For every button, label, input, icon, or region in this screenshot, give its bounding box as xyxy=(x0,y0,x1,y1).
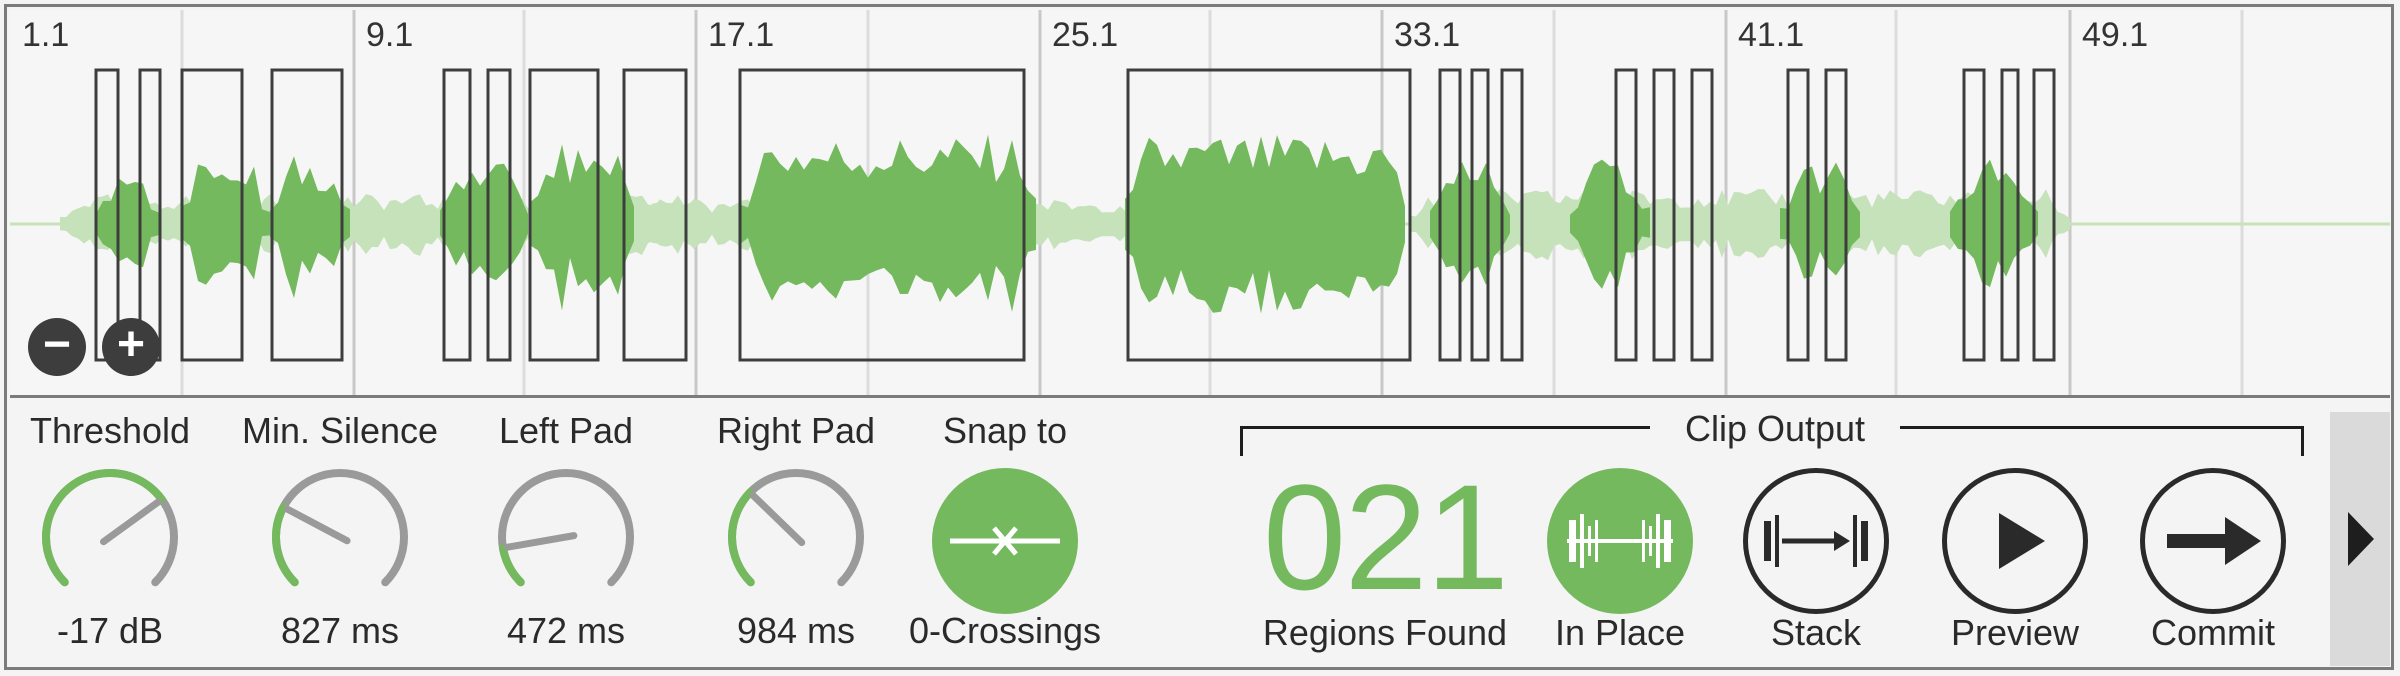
knob-pointer xyxy=(503,532,578,551)
right-pad-label: Right Pad xyxy=(716,410,876,451)
knob-value-arc xyxy=(498,544,525,587)
threshold-value: -17 dB xyxy=(56,610,164,651)
preview-button[interactable] xyxy=(1942,468,2088,614)
regions-label: Regions Found xyxy=(1262,612,1508,653)
expand-panel-button[interactable] xyxy=(2330,412,2390,666)
in-place-button[interactable] xyxy=(1547,468,1693,614)
right-pad-control[interactable]: Right Pad 984 ms xyxy=(686,410,906,651)
right-pad-knob[interactable] xyxy=(721,462,871,612)
waveform-envelope xyxy=(530,144,634,311)
stack-icon xyxy=(1764,515,1868,567)
knob-track xyxy=(272,469,408,587)
bar-number-label: 9.1 xyxy=(366,16,413,54)
bar-number-label: 49.1 xyxy=(2082,16,2148,54)
waveform-envelope xyxy=(1125,135,1405,314)
knob-pointer xyxy=(749,491,806,547)
bar-number-label: 17.1 xyxy=(708,16,774,54)
waveform-display[interactable]: 1.1 9.1 17.1 25.1 33.1 41.1 49.1 xyxy=(10,10,2390,398)
min-silence-label: Min. Silence xyxy=(241,410,439,451)
knob-value-arc xyxy=(272,503,299,587)
bar-number-label: 25.1 xyxy=(1052,16,1118,54)
waveform-envelope xyxy=(182,164,270,285)
waveform-envelope xyxy=(740,134,1036,312)
zoom-in-icon: + xyxy=(116,318,146,371)
bar-number-label: 1.1 xyxy=(22,16,69,54)
threshold-label: Threshold xyxy=(29,410,191,451)
min-silence-control[interactable]: Min. Silence 827 ms xyxy=(230,410,450,651)
stack-button[interactable] xyxy=(1743,468,1889,614)
snap-value: 0-Crossings xyxy=(908,610,1102,651)
zoom-out-button[interactable]: − xyxy=(28,318,86,376)
snap-control[interactable]: Snap to 0-Crossings xyxy=(895,410,1115,651)
waveform-envelope xyxy=(95,178,159,268)
waveform-view[interactable]: 1.1 9.1 17.1 25.1 33.1 41.1 49.1 − + xyxy=(10,10,2390,398)
left-pad-control[interactable]: Left Pad 472 ms xyxy=(456,410,676,651)
in-place-icon xyxy=(1567,514,1673,568)
waveform-envelope xyxy=(270,156,350,299)
knob-value-arc xyxy=(728,488,755,587)
waveform-envelope xyxy=(1780,162,1860,279)
regions-count: 021 xyxy=(1262,453,1509,621)
left-pad-value: 472 ms xyxy=(506,610,626,651)
stack-label: Stack xyxy=(1770,612,1862,653)
zoom-out-icon: − xyxy=(42,318,72,371)
threshold-knob[interactable] xyxy=(35,462,185,612)
play-icon xyxy=(1999,513,2045,569)
threshold-control[interactable]: Threshold -17 dB xyxy=(0,410,220,651)
knob-pointer xyxy=(100,498,163,546)
in-place-label: In Place xyxy=(1554,612,1686,653)
chevron-right-icon xyxy=(2348,512,2374,566)
knob-pointer xyxy=(283,505,351,545)
min-silence-knob[interactable] xyxy=(265,462,415,612)
bar-number-label: 33.1 xyxy=(1394,16,1460,54)
waveform-envelope xyxy=(1430,162,1510,285)
min-silence-value: 827 ms xyxy=(280,610,400,651)
waveform-envelope xyxy=(1570,159,1650,289)
bar-number-label: 41.1 xyxy=(1738,16,1804,54)
snap-button[interactable] xyxy=(932,468,1078,614)
clip-output-title: Clip Output xyxy=(1650,408,1900,450)
knob-track xyxy=(498,469,634,587)
left-pad-knob[interactable] xyxy=(491,462,641,612)
waveform-envelope xyxy=(440,163,528,281)
knob-value-arc xyxy=(42,469,166,587)
preview-label: Preview xyxy=(1950,612,2080,653)
zero-crossing-icon xyxy=(950,526,1060,556)
commit-button[interactable] xyxy=(2140,468,2286,614)
left-pad-label: Left Pad xyxy=(498,410,634,451)
right-pad-value: 984 ms xyxy=(736,610,856,651)
snap-label: Snap to xyxy=(942,410,1068,451)
commit-label: Commit xyxy=(2151,612,2275,653)
arrow-right-icon xyxy=(2167,517,2261,565)
zoom-in-button[interactable]: + xyxy=(102,318,160,376)
